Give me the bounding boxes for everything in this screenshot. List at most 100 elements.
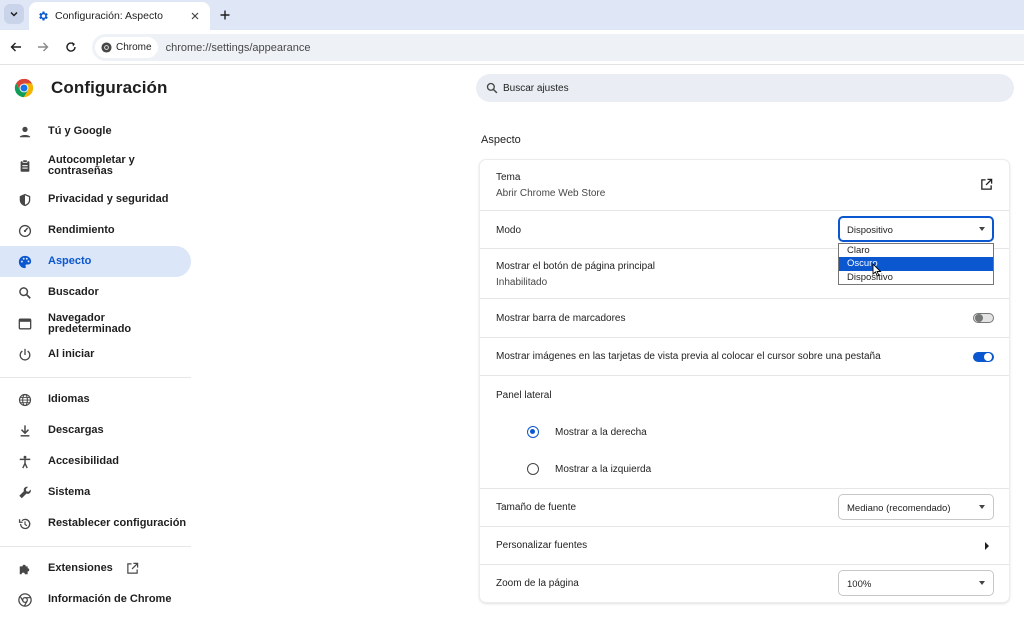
reload-icon: [66, 42, 76, 52]
sidebar-item-label: Extensiones: [48, 562, 113, 574]
sidebar-item-rendimiento[interactable]: Rendimiento: [0, 215, 191, 246]
sidebar-item-label: Accesibilidad: [48, 455, 119, 467]
sidebar-item-label: Información de Chrome: [48, 593, 172, 605]
chrome-logo-icon: [14, 78, 34, 98]
mode-option-claro[interactable]: Claro: [839, 244, 993, 257]
zoom-select-value: 100%: [847, 578, 872, 590]
palette-icon: [17, 254, 33, 270]
sidebar-item-aspecto[interactable]: Aspecto: [0, 246, 191, 277]
tab-previews-label: Mostrar imágenes en las tarjetas de vist…: [496, 351, 881, 362]
tab-title: Configuración: Aspecto: [55, 10, 163, 22]
address-bar[interactable]: Chrome chrome://settings/appearance: [92, 34, 1024, 61]
sidebar: Configuración Tú y Google Autocompletar …: [0, 66, 192, 631]
wrench-icon: [17, 485, 33, 501]
theme-row[interactable]: Tema Abrir Chrome Web Store: [480, 160, 1009, 210]
person-icon: [17, 124, 33, 140]
site-chip-label: Chrome: [116, 42, 152, 53]
new-tab-button[interactable]: [216, 6, 234, 24]
sidebar-item-extensiones[interactable]: Extensiones: [0, 553, 191, 584]
sidebar-item-sistema[interactable]: Sistema: [0, 477, 191, 508]
sidebar-item-buscador[interactable]: Buscador: [0, 277, 191, 308]
zoom-row: Zoom de la página 100%: [480, 564, 1009, 602]
globe-icon: [17, 392, 33, 408]
search-icon: [486, 82, 498, 94]
font-size-row: Tamaño de fuente Mediano (recomendado): [480, 488, 1009, 526]
forward-button[interactable]: [34, 38, 52, 56]
sidebar-item-descargas[interactable]: Descargas: [0, 415, 191, 446]
mode-option-dispositivo[interactable]: Dispositivo: [839, 271, 993, 284]
back-button[interactable]: [7, 38, 25, 56]
sidebar-divider: [0, 546, 191, 547]
restore-icon: [17, 516, 33, 532]
shield-icon: [17, 192, 33, 208]
external-link-icon[interactable]: [980, 178, 993, 191]
sidebar-item-accesibilidad[interactable]: Accesibilidad: [0, 446, 191, 477]
sidebar-item-label: Sistema: [48, 486, 91, 498]
sidebar-item-label: Buscador: [48, 286, 99, 298]
chevron-right-icon: [985, 542, 989, 550]
sidebar-item-privacidad[interactable]: Privacidad y seguridad: [0, 184, 191, 215]
home-button-label: Mostrar el botón de página principal: [496, 261, 655, 272]
sidebar-item-tu-y-google[interactable]: Tú y Google: [0, 116, 191, 147]
speedometer-icon: [17, 223, 33, 239]
custom-fonts-label: Personalizar fuentes: [496, 540, 588, 551]
close-icon: [191, 12, 199, 20]
side-panel-row: Panel lateral Mostrar a la derecha Mostr…: [480, 375, 1009, 488]
page-title: Configuración: [51, 78, 168, 97]
sidebar-item-label: Tú y Google: [48, 125, 112, 137]
sidebar-divider: [0, 377, 191, 378]
tab-settings[interactable]: Configuración: Aspecto: [29, 2, 210, 30]
site-chip[interactable]: Chrome: [95, 37, 158, 58]
sidebar-item-label: Idiomas: [48, 393, 90, 405]
bookmarks-bar-row[interactable]: Mostrar barra de marcadores: [480, 298, 1009, 337]
url-text: chrome://settings/appearance: [165, 41, 311, 54]
tab-previews-toggle[interactable]: [973, 352, 994, 362]
mode-select-value: Dispositivo: [847, 224, 893, 236]
sidebar-item-navegador[interactable]: Navegador predeterminado: [0, 308, 191, 339]
sidebar-item-autocompletar[interactable]: Autocompletar y contraseñas: [0, 150, 191, 182]
sidebar-item-informacion[interactable]: Información de Chrome: [0, 584, 191, 615]
close-tab-button[interactable]: [188, 9, 202, 23]
sidebar-item-label: Descargas: [48, 424, 104, 436]
sidebar-item-al-iniciar[interactable]: Al iniciar: [0, 339, 191, 370]
browser-icon: [17, 316, 33, 332]
sidebar-item-label: Autocompletar y contraseñas: [48, 154, 135, 177]
arrow-right-icon: [38, 42, 49, 52]
mode-label: Modo: [496, 225, 522, 236]
puzzle-icon: [17, 561, 33, 577]
bookmarks-bar-label: Mostrar barra de marcadores: [496, 313, 626, 324]
mode-select[interactable]: Dispositivo: [838, 216, 994, 242]
sidebar-item-label: Aspecto: [48, 255, 92, 267]
font-size-select[interactable]: Mediano (recomendado): [838, 494, 994, 520]
custom-fonts-row[interactable]: Personalizar fuentes: [480, 526, 1009, 564]
sidebar-item-label: Al iniciar: [48, 348, 95, 360]
side-panel-left-label[interactable]: Mostrar a la izquierda: [555, 464, 651, 475]
chevron-down-icon: [979, 581, 985, 585]
power-icon: [17, 347, 33, 363]
side-panel-right-radio[interactable]: [527, 426, 539, 438]
tab-previews-row[interactable]: Mostrar imágenes en las tarjetas de vist…: [480, 337, 1009, 375]
mode-option-oscuro[interactable]: Oscuro: [839, 257, 993, 271]
gear-icon: [39, 11, 48, 21]
search-input[interactable]: [503, 82, 983, 94]
chrome-icon: [101, 42, 112, 53]
bookmarks-bar-toggle[interactable]: [973, 313, 994, 323]
zoom-select[interactable]: 100%: [838, 570, 994, 596]
tab-search-button[interactable]: [4, 4, 24, 24]
clipboard-icon: [17, 158, 33, 174]
brand: Configuración: [14, 78, 168, 98]
plus-icon: [220, 10, 230, 20]
zoom-label: Zoom de la página: [496, 578, 579, 589]
side-panel-left-radio[interactable]: [527, 463, 539, 475]
sidebar-item-idiomas[interactable]: Idiomas: [0, 384, 191, 415]
sidebar-item-restablecer[interactable]: Restablecer configuración: [0, 508, 191, 539]
reload-button[interactable]: [62, 38, 80, 56]
side-panel-right-label[interactable]: Mostrar a la derecha: [555, 427, 647, 438]
external-link-icon: [127, 562, 139, 574]
arrow-left-icon: [10, 42, 21, 52]
mouse-cursor-icon: [872, 263, 882, 277]
sidebar-item-label: Restablecer configuración: [48, 517, 187, 529]
download-icon: [17, 423, 33, 439]
appearance-card: Tema Abrir Chrome Web Store Modo Disposi…: [480, 160, 1009, 602]
chevron-down-icon: [979, 505, 985, 509]
